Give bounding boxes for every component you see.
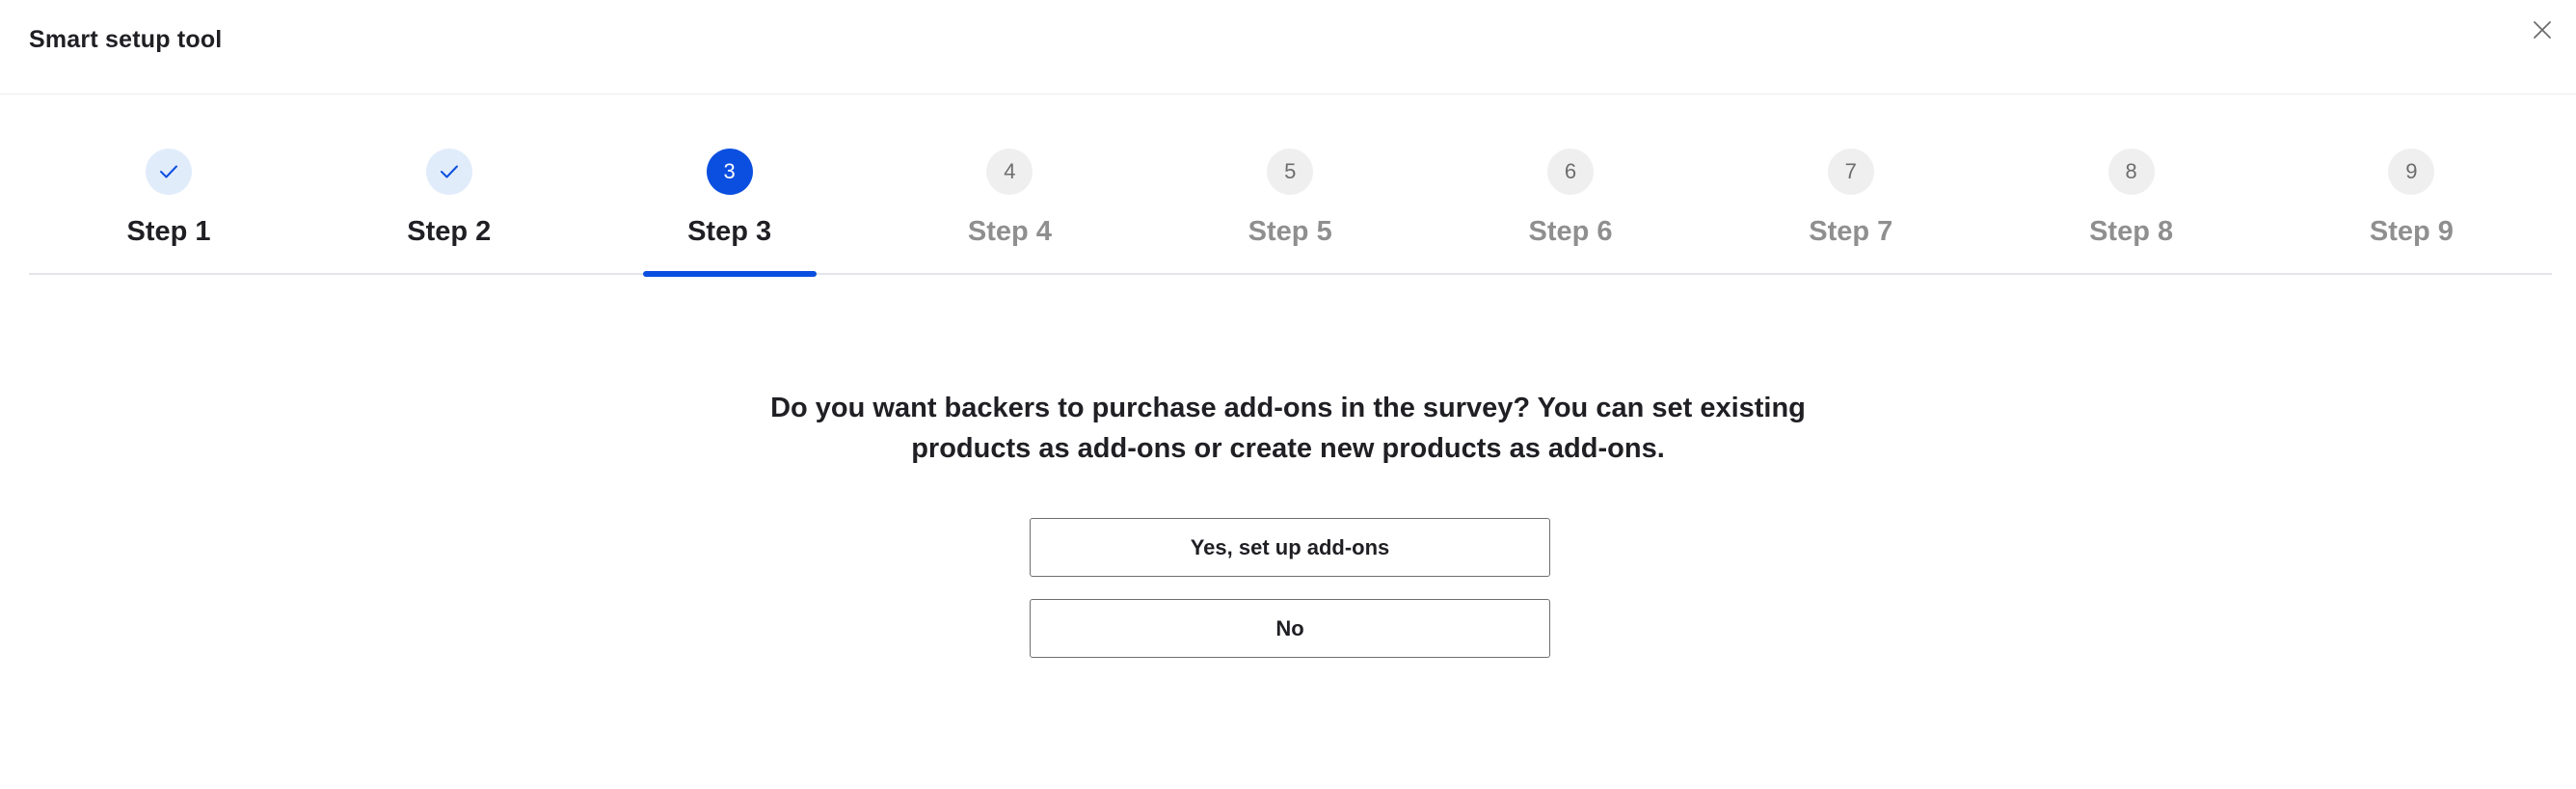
step-label: Step 4 <box>967 216 1052 247</box>
step-tab-9[interactable]: 9 Step 9 <box>2271 95 2551 275</box>
step-number: 7 <box>1844 159 1857 183</box>
step-indicator <box>146 149 192 195</box>
step-indicator: 5 <box>1267 149 1314 195</box>
step-label: Step 8 <box>2089 216 2174 247</box>
yes-setup-addons-button[interactable]: Yes, set up add-ons <box>1030 518 1550 577</box>
step-label: Step 7 <box>1809 216 1893 247</box>
smart-setup-modal: Smart setup tool Step 1 Step 2 3 Step 3 4 Ste… <box>0 0 2576 789</box>
active-step-underline <box>642 271 817 277</box>
step-indicator: 9 <box>2388 149 2435 195</box>
step-number: 3 <box>723 159 736 183</box>
step-indicator: 3 <box>706 149 753 195</box>
step-label: Step 6 <box>1528 216 1613 247</box>
step-number: 9 <box>2405 159 2418 183</box>
step-label: Step 2 <box>407 216 492 247</box>
step-number: 8 <box>2125 159 2137 183</box>
step-label: Step 5 <box>1248 216 1332 247</box>
step-label: Step 1 <box>126 216 211 247</box>
no-button[interactable]: No <box>1030 599 1550 658</box>
step-label: Step 3 <box>687 216 772 247</box>
step-tab-6[interactable]: 6 Step 6 <box>1431 95 1710 275</box>
step-number: 5 <box>1284 159 1297 183</box>
step-label: Step 9 <box>2369 216 2454 247</box>
step-tab-8[interactable]: 8 Step 8 <box>1992 95 2271 275</box>
question-line-2: products as add-ons or create new produc… <box>911 433 1665 464</box>
step-number: 6 <box>1564 159 1577 183</box>
step-indicator: 4 <box>986 149 1033 195</box>
modal-header: Smart setup tool <box>0 0 2576 95</box>
step-indicator <box>425 149 472 195</box>
step-tab-3[interactable]: 3 Step 3 <box>590 95 870 277</box>
check-icon <box>160 165 177 178</box>
step-indicator: 8 <box>2107 149 2155 195</box>
stepper: Step 1 Step 2 3 Step 3 4 Step 4 5 Step 5 6 Step 6… <box>29 95 2552 277</box>
modal-title: Smart setup tool <box>29 26 223 53</box>
step-tab-5[interactable]: 5 Step 5 <box>1150 95 1430 275</box>
step-indicator: 6 <box>1547 149 1594 195</box>
step-number: 4 <box>1004 159 1016 183</box>
step-tab-7[interactable]: 7 Step 7 <box>1711 95 1991 275</box>
close-button[interactable] <box>2528 15 2557 44</box>
step-tab-1[interactable]: Step 1 <box>29 95 309 275</box>
close-icon <box>2534 21 2551 39</box>
question-text: Do you want backers to purchase add-ons … <box>517 388 2059 469</box>
step-tab-4[interactable]: 4 Step 4 <box>870 95 1149 275</box>
question-line-1: Do you want backers to purchase add-ons … <box>770 393 1806 423</box>
step-indicator: 7 <box>1827 149 1874 195</box>
step-tab-2[interactable]: Step 2 <box>309 95 589 275</box>
check-icon <box>440 165 458 178</box>
